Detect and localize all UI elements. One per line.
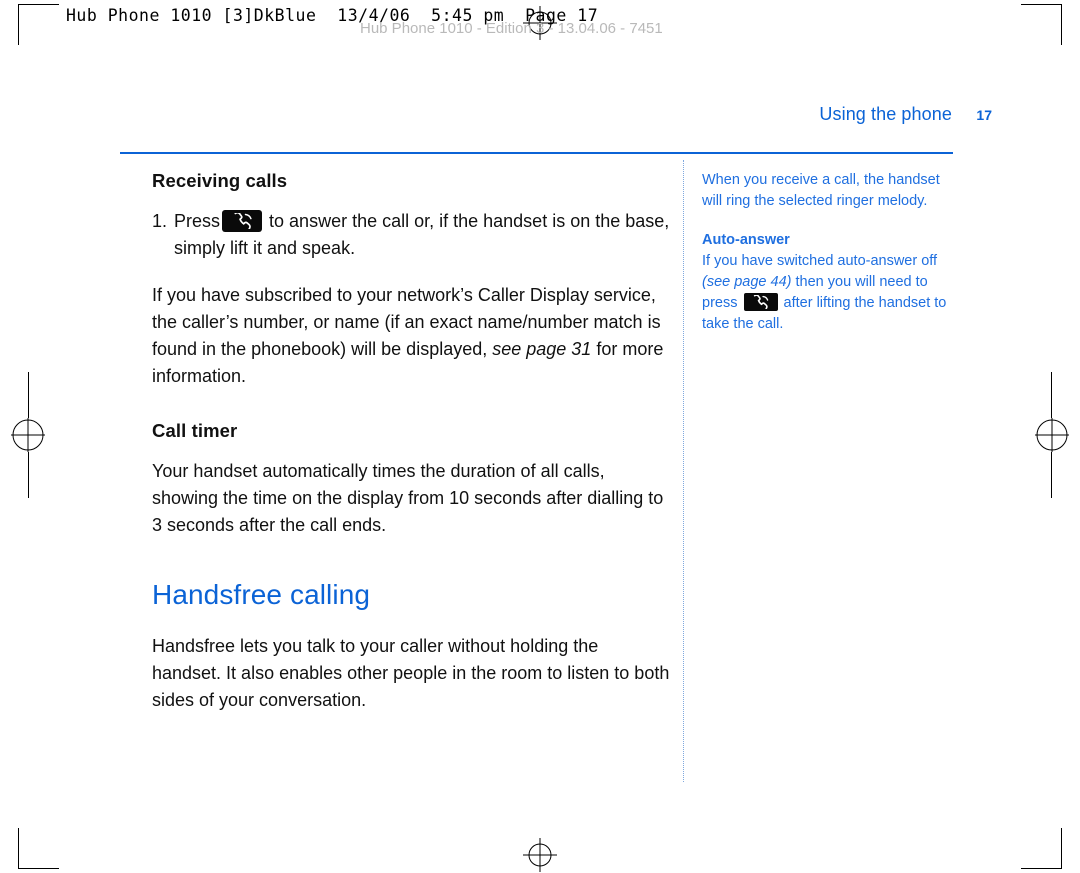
- handset-key-icon: [743, 293, 778, 311]
- running-head: Using the phone: [819, 104, 952, 124]
- column-divider: [683, 160, 684, 782]
- handset-key-icon: [222, 210, 263, 232]
- auto-answer-part1: If you have switched auto-answer off: [702, 253, 938, 269]
- crop-mark-bottom-right: [1021, 828, 1062, 869]
- step-1: 1. Press to answer the call or, if the h…: [152, 208, 672, 262]
- paragraph-caller-display: If you have subscribed to your network’s…: [152, 282, 672, 390]
- paragraph-handsfree: Handsfree lets you talk to your caller w…: [152, 636, 670, 710]
- section-title-receiving-calls: Receiving calls: [152, 170, 288, 191]
- registration-mark-right: [1035, 418, 1069, 452]
- sidebar-note-auto-answer: If you have switched auto-answer off (se…: [702, 251, 954, 335]
- registration-mark-left: [11, 418, 45, 452]
- edition-slug-line: Hub Phone 1010 - Edition 3 - 13.04.06 - …: [360, 20, 663, 37]
- step-1-text: Press to answer the call or, if the hand…: [174, 208, 672, 262]
- cross-reference-page-44: (see page 44): [702, 274, 792, 290]
- paragraph-call-timer: Your handset automatically times the dur…: [152, 461, 664, 535]
- document-page: Hub Phone 1010 [3]DkBlue 13/4/06 5:45 pm…: [0, 0, 1080, 873]
- section-title-call-timer: Call timer: [152, 420, 238, 441]
- sidebar-heading-auto-answer: Auto-answer: [702, 232, 790, 248]
- page-number: 17: [976, 107, 992, 123]
- trim-line-right-upper: [1051, 372, 1052, 418]
- cross-reference-page-31: see page 31: [492, 339, 592, 359]
- registration-mark-bottom: [523, 838, 557, 872]
- main-column: Receiving calls 1. Press to answer the c…: [152, 170, 672, 714]
- step-1-text-before: Press: [174, 211, 221, 231]
- trim-line-right-lower: [1051, 452, 1052, 498]
- trim-line-left-upper: [28, 372, 29, 418]
- chapter-title-handsfree-calling: Handsfree calling: [152, 579, 371, 610]
- step-1-number: 1.: [152, 211, 168, 231]
- crop-mark-top-right: [1021, 4, 1062, 45]
- sidebar-notes: When you receive a call, the handset wil…: [702, 170, 954, 335]
- trim-line-left-lower: [28, 452, 29, 498]
- crop-mark-bottom-left: [18, 828, 59, 869]
- crop-mark-top-left: [18, 4, 59, 45]
- header-rule: [120, 152, 953, 154]
- sidebar-note-ringer: When you receive a call, the handset wil…: [702, 172, 940, 209]
